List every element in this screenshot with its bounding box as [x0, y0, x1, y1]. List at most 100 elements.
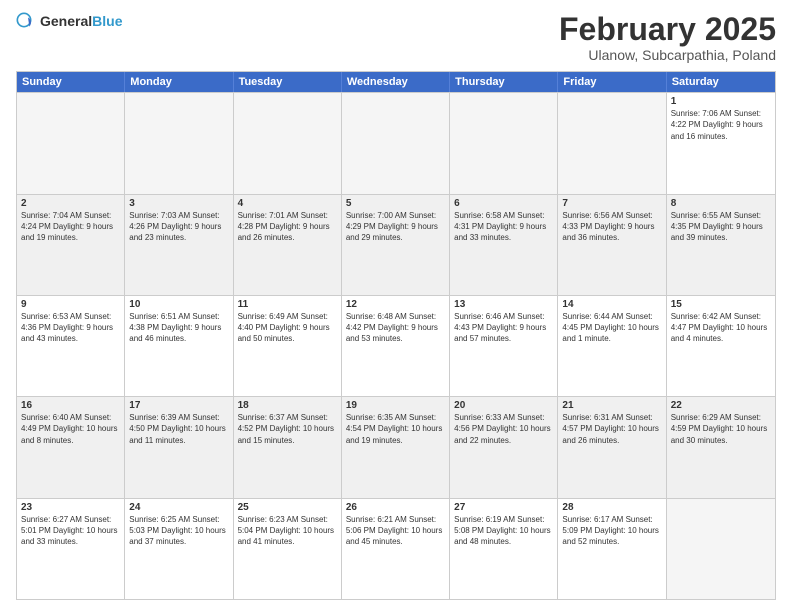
logo-icon [16, 12, 36, 32]
day-number: 26 [346, 502, 445, 513]
day-info: Sunrise: 6:29 AM Sunset: 4:59 PM Dayligh… [671, 412, 771, 446]
day-number: 13 [454, 299, 553, 310]
calendar-row-4: 23Sunrise: 6:27 AM Sunset: 5:01 PM Dayli… [17, 498, 775, 599]
calendar-cell: 9Sunrise: 6:53 AM Sunset: 4:36 PM Daylig… [17, 296, 125, 396]
main-title: February 2025 [559, 12, 776, 47]
day-info: Sunrise: 6:25 AM Sunset: 5:03 PM Dayligh… [129, 514, 228, 548]
day-info: Sunrise: 6:49 AM Sunset: 4:40 PM Dayligh… [238, 311, 337, 345]
sub-title: Ulanow, Subcarpathia, Poland [559, 47, 776, 63]
day-info: Sunrise: 6:53 AM Sunset: 4:36 PM Dayligh… [21, 311, 120, 345]
day-number: 3 [129, 198, 228, 209]
day-info: Sunrise: 6:58 AM Sunset: 4:31 PM Dayligh… [454, 210, 553, 244]
day-info: Sunrise: 6:40 AM Sunset: 4:49 PM Dayligh… [21, 412, 120, 446]
calendar-cell: 27Sunrise: 6:19 AM Sunset: 5:08 PM Dayli… [450, 499, 558, 599]
day-info: Sunrise: 6:21 AM Sunset: 5:06 PM Dayligh… [346, 514, 445, 548]
header-day-thursday: Thursday [450, 72, 558, 92]
calendar: SundayMondayTuesdayWednesdayThursdayFrid… [16, 71, 776, 600]
day-number: 5 [346, 198, 445, 209]
day-info: Sunrise: 6:42 AM Sunset: 4:47 PM Dayligh… [671, 311, 771, 345]
calendar-cell: 2Sunrise: 7:04 AM Sunset: 4:24 PM Daylig… [17, 195, 125, 295]
calendar-cell: 19Sunrise: 6:35 AM Sunset: 4:54 PM Dayli… [342, 397, 450, 497]
day-info: Sunrise: 6:23 AM Sunset: 5:04 PM Dayligh… [238, 514, 337, 548]
calendar-row-1: 2Sunrise: 7:04 AM Sunset: 4:24 PM Daylig… [17, 194, 775, 295]
day-number: 8 [671, 198, 771, 209]
day-number: 6 [454, 198, 553, 209]
calendar-cell [342, 93, 450, 193]
calendar-cell: 15Sunrise: 6:42 AM Sunset: 4:47 PM Dayli… [667, 296, 775, 396]
calendar-cell: 7Sunrise: 6:56 AM Sunset: 4:33 PM Daylig… [558, 195, 666, 295]
calendar-cell [234, 93, 342, 193]
calendar-cell: 25Sunrise: 6:23 AM Sunset: 5:04 PM Dayli… [234, 499, 342, 599]
calendar-cell [667, 499, 775, 599]
calendar-cell: 23Sunrise: 6:27 AM Sunset: 5:01 PM Dayli… [17, 499, 125, 599]
calendar-cell: 6Sunrise: 6:58 AM Sunset: 4:31 PM Daylig… [450, 195, 558, 295]
day-info: Sunrise: 6:37 AM Sunset: 4:52 PM Dayligh… [238, 412, 337, 446]
calendar-cell: 22Sunrise: 6:29 AM Sunset: 4:59 PM Dayli… [667, 397, 775, 497]
day-info: Sunrise: 7:04 AM Sunset: 4:24 PM Dayligh… [21, 210, 120, 244]
calendar-cell: 13Sunrise: 6:46 AM Sunset: 4:43 PM Dayli… [450, 296, 558, 396]
calendar-cell: 21Sunrise: 6:31 AM Sunset: 4:57 PM Dayli… [558, 397, 666, 497]
day-number: 24 [129, 502, 228, 513]
day-info: Sunrise: 6:35 AM Sunset: 4:54 PM Dayligh… [346, 412, 445, 446]
day-info: Sunrise: 7:00 AM Sunset: 4:29 PM Dayligh… [346, 210, 445, 244]
day-number: 28 [562, 502, 661, 513]
calendar-cell: 11Sunrise: 6:49 AM Sunset: 4:40 PM Dayli… [234, 296, 342, 396]
day-number: 22 [671, 400, 771, 411]
day-info: Sunrise: 7:01 AM Sunset: 4:28 PM Dayligh… [238, 210, 337, 244]
calendar-cell [125, 93, 233, 193]
day-number: 1 [671, 96, 771, 107]
day-info: Sunrise: 6:19 AM Sunset: 5:08 PM Dayligh… [454, 514, 553, 548]
calendar-body: 1Sunrise: 7:06 AM Sunset: 4:22 PM Daylig… [17, 92, 775, 599]
day-number: 18 [238, 400, 337, 411]
day-info: Sunrise: 6:39 AM Sunset: 4:50 PM Dayligh… [129, 412, 228, 446]
logo-general: General [40, 13, 92, 29]
day-info: Sunrise: 6:31 AM Sunset: 4:57 PM Dayligh… [562, 412, 661, 446]
calendar-cell: 14Sunrise: 6:44 AM Sunset: 4:45 PM Dayli… [558, 296, 666, 396]
calendar-cell: 28Sunrise: 6:17 AM Sunset: 5:09 PM Dayli… [558, 499, 666, 599]
day-number: 11 [238, 299, 337, 310]
calendar-cell: 8Sunrise: 6:55 AM Sunset: 4:35 PM Daylig… [667, 195, 775, 295]
calendar-header: SundayMondayTuesdayWednesdayThursdayFrid… [17, 72, 775, 92]
day-info: Sunrise: 6:56 AM Sunset: 4:33 PM Dayligh… [562, 210, 661, 244]
calendar-cell: 10Sunrise: 6:51 AM Sunset: 4:38 PM Dayli… [125, 296, 233, 396]
header-day-saturday: Saturday [667, 72, 775, 92]
calendar-row-2: 9Sunrise: 6:53 AM Sunset: 4:36 PM Daylig… [17, 295, 775, 396]
header-day-monday: Monday [125, 72, 233, 92]
calendar-cell: 3Sunrise: 7:03 AM Sunset: 4:26 PM Daylig… [125, 195, 233, 295]
calendar-cell: 5Sunrise: 7:00 AM Sunset: 4:29 PM Daylig… [342, 195, 450, 295]
day-info: Sunrise: 6:46 AM Sunset: 4:43 PM Dayligh… [454, 311, 553, 345]
day-number: 25 [238, 502, 337, 513]
day-info: Sunrise: 6:44 AM Sunset: 4:45 PM Dayligh… [562, 311, 661, 345]
header: GeneralBlue February 2025 Ulanow, Subcar… [16, 12, 776, 63]
logo: GeneralBlue [16, 12, 122, 32]
day-number: 2 [21, 198, 120, 209]
day-number: 4 [238, 198, 337, 209]
day-number: 20 [454, 400, 553, 411]
day-number: 15 [671, 299, 771, 310]
day-number: 12 [346, 299, 445, 310]
day-info: Sunrise: 6:51 AM Sunset: 4:38 PM Dayligh… [129, 311, 228, 345]
day-info: Sunrise: 7:03 AM Sunset: 4:26 PM Dayligh… [129, 210, 228, 244]
day-info: Sunrise: 6:33 AM Sunset: 4:56 PM Dayligh… [454, 412, 553, 446]
calendar-cell: 1Sunrise: 7:06 AM Sunset: 4:22 PM Daylig… [667, 93, 775, 193]
calendar-row-0: 1Sunrise: 7:06 AM Sunset: 4:22 PM Daylig… [17, 92, 775, 193]
day-info: Sunrise: 6:17 AM Sunset: 5:09 PM Dayligh… [562, 514, 661, 548]
calendar-cell [450, 93, 558, 193]
title-block: February 2025 Ulanow, Subcarpathia, Pola… [559, 12, 776, 63]
calendar-cell [558, 93, 666, 193]
day-info: Sunrise: 6:55 AM Sunset: 4:35 PM Dayligh… [671, 210, 771, 244]
day-number: 9 [21, 299, 120, 310]
day-number: 17 [129, 400, 228, 411]
header-day-wednesday: Wednesday [342, 72, 450, 92]
calendar-cell: 4Sunrise: 7:01 AM Sunset: 4:28 PM Daylig… [234, 195, 342, 295]
header-day-tuesday: Tuesday [234, 72, 342, 92]
day-number: 27 [454, 502, 553, 513]
day-number: 19 [346, 400, 445, 411]
day-number: 21 [562, 400, 661, 411]
header-day-sunday: Sunday [17, 72, 125, 92]
calendar-cell: 20Sunrise: 6:33 AM Sunset: 4:56 PM Dayli… [450, 397, 558, 497]
calendar-cell: 17Sunrise: 6:39 AM Sunset: 4:50 PM Dayli… [125, 397, 233, 497]
page: GeneralBlue February 2025 Ulanow, Subcar… [0, 0, 792, 612]
logo-blue: Blue [92, 13, 122, 29]
calendar-cell: 12Sunrise: 6:48 AM Sunset: 4:42 PM Dayli… [342, 296, 450, 396]
